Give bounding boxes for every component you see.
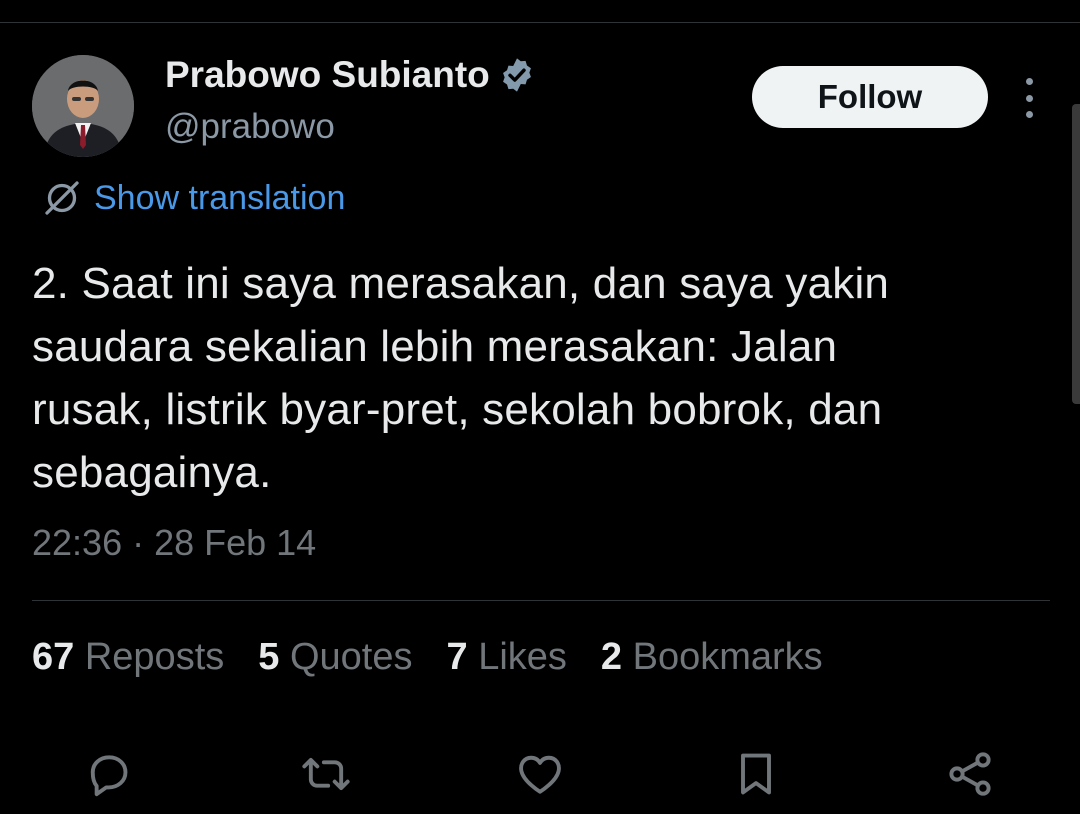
action-bar (0, 746, 1080, 802)
show-translation-link[interactable]: Show translation (42, 178, 345, 218)
author-display-name[interactable]: Prabowo Subianto (165, 54, 490, 96)
avatar[interactable] (32, 55, 134, 157)
share-icon[interactable] (942, 746, 998, 802)
verified-badge-icon (498, 56, 536, 94)
reposts-label: Reposts (84, 636, 225, 678)
reposts-count: 67 (32, 636, 75, 678)
tweet-line: saudara sekalian lebih merasakan: Jalan (32, 322, 838, 371)
author-handle[interactable]: @prabowo (165, 107, 335, 147)
quotes-count: 5 (258, 636, 280, 678)
show-translation-label[interactable]: Show translation (94, 179, 345, 218)
bookmarks-stat[interactable]: 2 Bookmarks (601, 636, 823, 679)
repost-icon[interactable] (298, 746, 354, 802)
likes-count: 7 (446, 636, 468, 678)
scrollbar[interactable] (1072, 104, 1080, 404)
stats-divider (32, 600, 1050, 601)
follow-button[interactable]: Follow (752, 66, 988, 128)
avatar-photo (32, 55, 134, 157)
translate-icon (45, 181, 79, 215)
quotes-stat[interactable]: 5 Quotes (258, 636, 412, 679)
likes-label: Likes (478, 636, 567, 678)
bookmark-icon[interactable] (728, 746, 784, 802)
bookmarks-count: 2 (600, 636, 623, 678)
tweet-line: rusak, listrik byar-pret, sekolah bobrok… (32, 385, 883, 434)
quotes-label: Quotes (289, 636, 413, 678)
author-name[interactable]: Prabowo Subianto (165, 54, 536, 96)
bookmarks-label: Bookmarks (632, 636, 823, 678)
engagement-stats: 67 Reposts 5 Quotes 7 Likes 2 Bookmarks (32, 636, 823, 679)
more-options-icon[interactable] (1014, 78, 1044, 118)
tweet-line: sebagainya. (32, 448, 272, 497)
top-divider (0, 22, 1080, 23)
tweet-line: 2. Saat ini saya merasakan, dan saya yak… (32, 259, 890, 308)
reply-icon[interactable] (81, 746, 137, 802)
likes-stat[interactable]: 7 Likes (446, 636, 566, 679)
tweet-timestamp[interactable]: 22:36 · 28 Feb 14 (32, 522, 316, 564)
tweet-text: 2. Saat ini saya merasakan, dan saya yak… (32, 252, 1042, 504)
reposts-stat[interactable]: 67 Reposts (32, 636, 224, 679)
like-icon[interactable] (512, 746, 568, 802)
